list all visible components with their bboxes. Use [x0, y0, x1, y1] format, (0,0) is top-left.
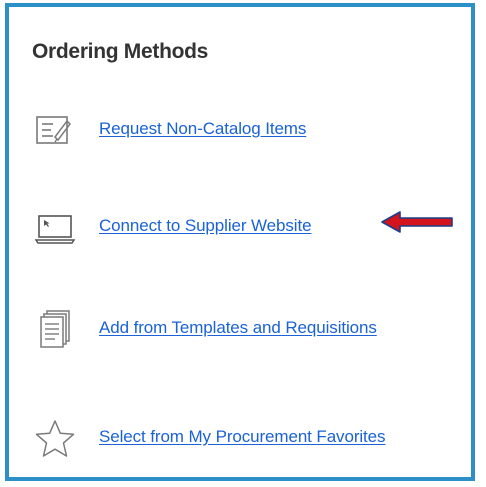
stacked-documents-icon — [33, 308, 77, 352]
ordering-methods-panel: Ordering Methods Request Non-Catalog Ite… — [5, 3, 475, 481]
add-from-templates-link[interactable]: Add from Templates and Requisitions — [99, 318, 377, 338]
laptop-cursor-icon — [33, 206, 77, 250]
left-arrow-annotation — [380, 210, 454, 234]
request-non-catalog-link[interactable]: Request Non-Catalog Items — [99, 119, 306, 139]
ordering-method-request-non-catalog: Request Non-Catalog Items — [9, 109, 471, 153]
connect-supplier-website-link[interactable]: Connect to Supplier Website — [99, 216, 312, 236]
edit-form-icon — [33, 109, 77, 153]
ordering-method-add-templates: Add from Templates and Requisitions — [9, 308, 471, 352]
ordering-method-favorites: Select from My Procurement Favorites — [9, 417, 471, 461]
star-outline-icon — [33, 417, 77, 461]
procurement-favorites-link[interactable]: Select from My Procurement Favorites — [99, 427, 386, 447]
panel-title: Ordering Methods — [32, 40, 209, 63]
